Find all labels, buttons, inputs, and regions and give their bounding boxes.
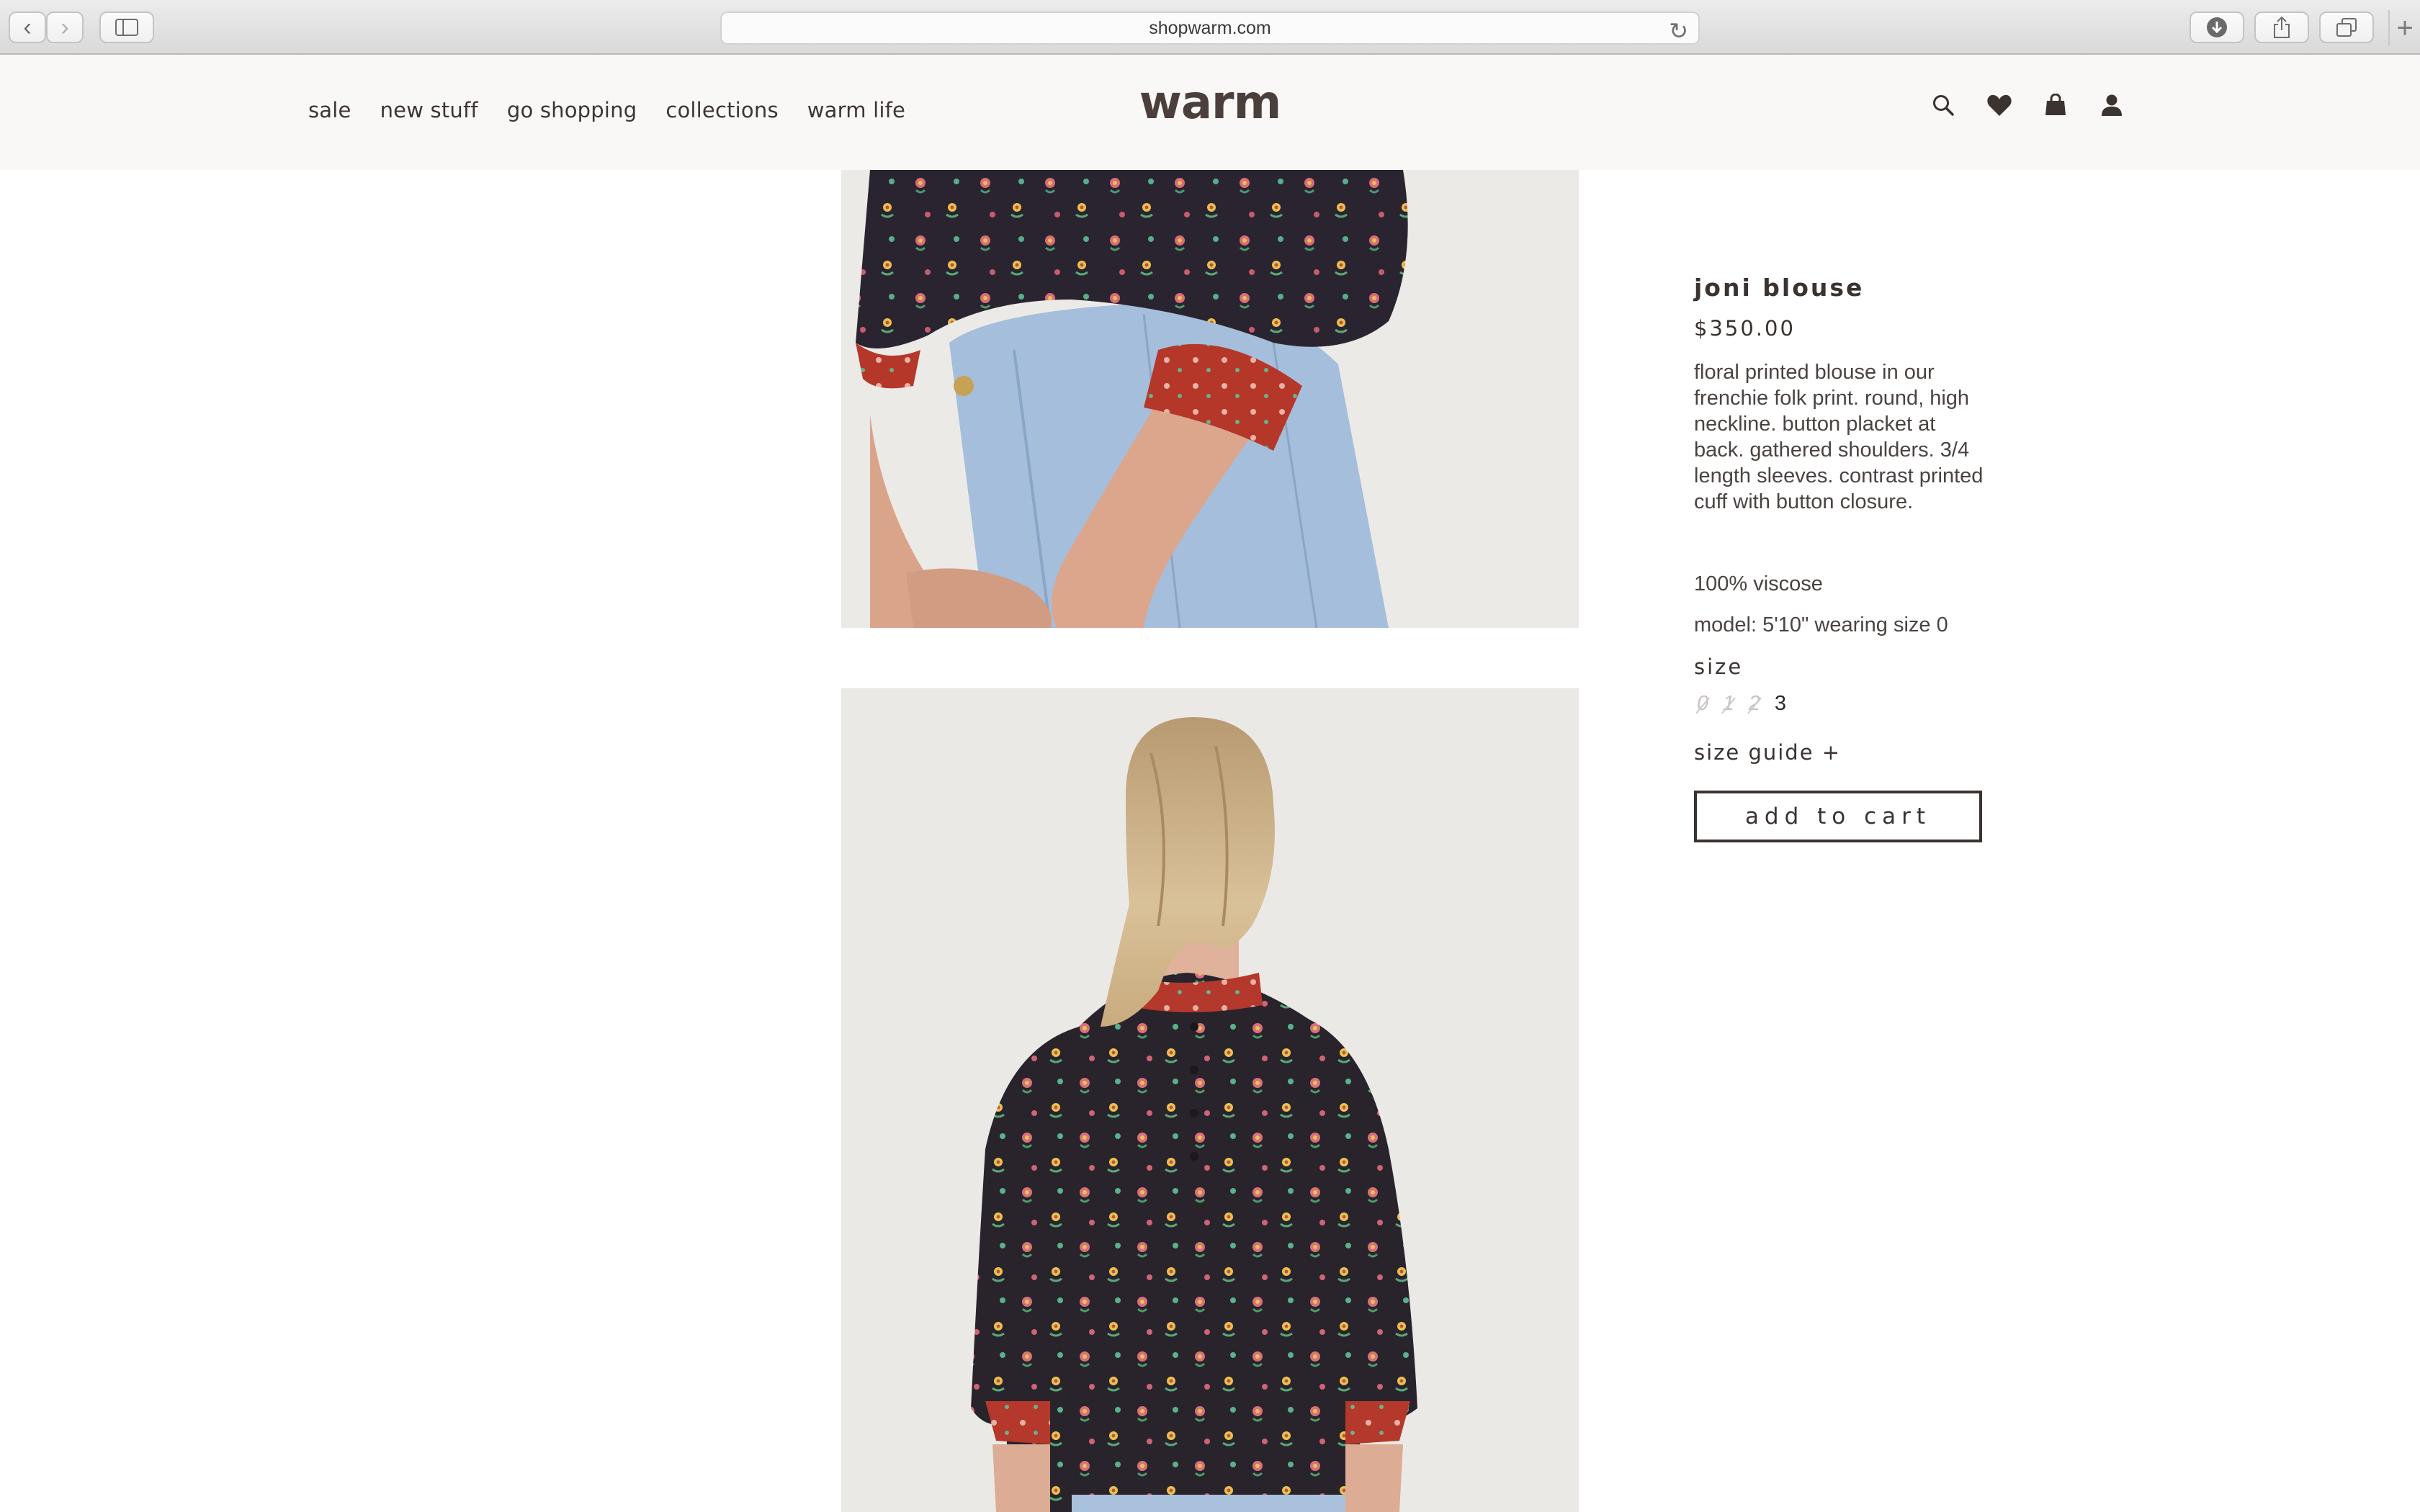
wishlist-button[interactable] xyxy=(1985,91,2014,120)
browser-toolbar: ‹ › shopwarm.com ↻ + xyxy=(0,0,2420,55)
size-selector: 0 1 2 3 xyxy=(1694,692,1996,716)
url-text: shopwarm.com xyxy=(1149,17,1271,38)
plus-icon: + xyxy=(2396,12,2414,44)
site-header: sale new stuff go shopping collections w… xyxy=(0,55,2420,170)
product-image-back[interactable] xyxy=(841,688,1579,1512)
sidebar-toggle-button[interactable] xyxy=(99,12,154,43)
nav-sale[interactable]: sale xyxy=(308,98,351,122)
chevron-left-icon: ‹ xyxy=(23,13,32,41)
heart-icon xyxy=(1987,94,2012,116)
product-photo-back xyxy=(841,688,1579,1512)
product-info: joni blouse $350.00 floral printed blous… xyxy=(1694,274,1996,842)
shopping-bag-icon xyxy=(2045,94,2066,115)
tabs-icon xyxy=(2336,18,2357,37)
nav-warm-life[interactable]: warm life xyxy=(807,98,905,122)
downloads-button[interactable] xyxy=(2190,12,2244,43)
size-option-0: 0 xyxy=(1694,692,1711,716)
forward-button[interactable]: › xyxy=(46,12,84,43)
reload-icon[interactable]: ↻ xyxy=(1669,17,1688,45)
search-icon xyxy=(1933,95,1954,116)
product-title: joni blouse xyxy=(1694,274,1865,302)
size-option-3[interactable]: 3 xyxy=(1772,692,1789,716)
product-description: floral printed blouse in our frenchie fo… xyxy=(1694,361,1984,513)
sidebar-icon xyxy=(115,19,138,36)
nav-new-stuff[interactable]: new stuff xyxy=(380,98,478,122)
header-actions xyxy=(1929,91,2154,120)
size-option-1: 1 xyxy=(1720,692,1737,716)
size-guide-toggle[interactable]: size guide + xyxy=(1694,740,1996,765)
main-nav: sale new stuff go shopping collections w… xyxy=(308,98,934,122)
site-logo[interactable]: warm xyxy=(1138,76,1282,130)
product-price: $350.00 xyxy=(1694,316,1796,341)
user-icon xyxy=(2102,94,2122,116)
size-label: size xyxy=(1694,654,1744,679)
product-photo-sleeve xyxy=(841,170,1579,628)
address-bar[interactable]: shopwarm.com ↻ xyxy=(720,12,1700,45)
product-model-info: model: 5'10" wearing size 0 xyxy=(1694,613,1948,636)
share-icon xyxy=(2274,16,2290,38)
search-button[interactable] xyxy=(1929,91,1958,120)
download-icon xyxy=(2207,17,2227,37)
product-image-detail[interactable] xyxy=(841,170,1579,628)
tab-overview-button[interactable] xyxy=(2319,12,2374,43)
back-button[interactable]: ‹ xyxy=(9,12,46,43)
nav-go-shopping[interactable]: go shopping xyxy=(507,98,637,122)
new-tab-button[interactable]: + xyxy=(2388,10,2420,46)
size-option-2: 2 xyxy=(1746,692,1763,716)
add-to-cart-button[interactable]: add to cart xyxy=(1694,791,1982,842)
nav-collections[interactable]: collections xyxy=(666,98,778,122)
chevron-right-icon: › xyxy=(60,13,69,41)
product-material: 100% viscose xyxy=(1694,572,1823,595)
cart-button[interactable] xyxy=(2041,91,2070,120)
share-button[interactable] xyxy=(2254,12,2309,43)
account-button[interactable] xyxy=(2097,91,2126,120)
